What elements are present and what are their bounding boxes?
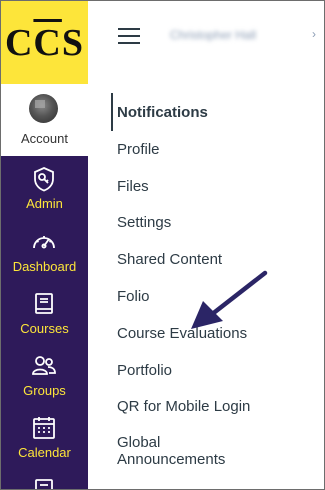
people-icon [31,353,57,379]
global-navigation: CCS Account Admin Dashboard Courses Grou… [1,1,88,489]
nav-item-admin[interactable]: Admin [1,164,88,226]
subnav-settings[interactable]: Settings [117,214,171,231]
nav-item-calendar-label: Calendar [18,445,71,460]
shield-key-icon [31,166,57,192]
book-icon [31,291,57,317]
nav-item-calendar[interactable]: Calendar [1,413,88,475]
speedometer-icon [31,229,57,255]
app-window: CCS Account Admin Dashboard Courses Grou… [0,0,325,490]
nav-item-account-label: Account [21,131,68,146]
subnav-global-announcements[interactable]: Global Announcements [117,434,225,468]
nav-item-courses[interactable]: Courses [1,289,88,351]
subnav-portfolio[interactable]: Portfolio [117,362,172,379]
nav-item-groups[interactable]: Groups [1,351,88,413]
subnav-qr-mobile-login[interactable]: QR for Mobile Login [117,398,250,415]
nav-item-account[interactable]: Account [1,84,88,156]
annotation-arrow [191,270,268,329]
inbox-icon [31,477,57,489]
top-bar: Christopher Hall › [88,1,324,71]
nav-item-dashboard[interactable]: Dashboard [1,227,88,289]
calendar-icon [31,415,57,441]
nav-item-admin-label: Admin [26,196,63,211]
subnav-folio[interactable]: Folio [117,288,150,305]
nav-item-groups-label: Groups [23,383,66,398]
avatar [29,94,58,123]
subnav-profile[interactable]: Profile [117,141,160,158]
subnav-global-announcements-line2: Announcements [117,451,226,468]
hamburger-menu-icon[interactable] [118,28,140,44]
subnav-global-announcements-line1: Global [117,434,161,451]
nav-item-dashboard-label: Dashboard [12,259,77,274]
nav-item-inbox-partial[interactable] [1,475,88,489]
subnav-notifications[interactable]: Notifications [117,104,208,121]
subnav-files[interactable]: Files [117,178,149,195]
nav-item-courses-label: Courses [20,321,69,336]
breadcrumb-user-name[interactable]: Christopher Hall [170,28,315,42]
logo-wordmark: CCS [4,21,85,64]
active-indicator [111,93,113,131]
breadcrumb-separator: › [312,27,316,41]
institution-logo[interactable]: CCS [1,1,88,84]
